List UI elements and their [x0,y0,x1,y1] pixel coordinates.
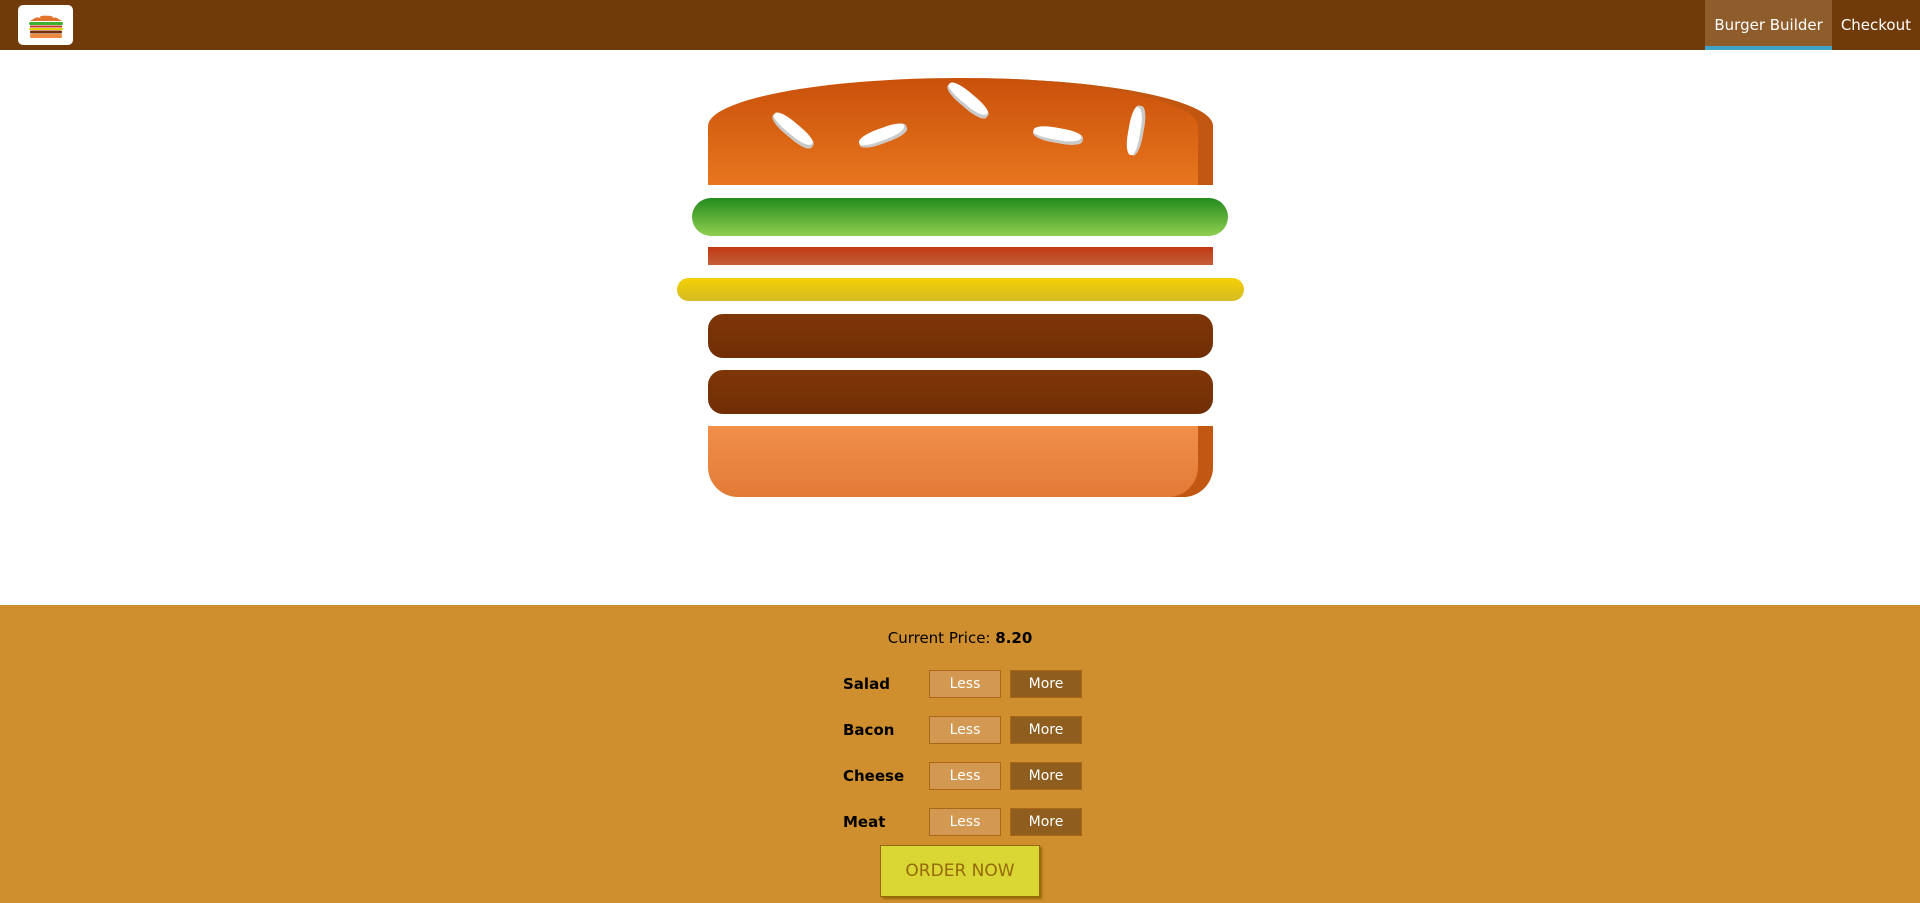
build-control-salad: Salad Less More [843,669,1082,699]
bacon-more-button[interactable]: More [1010,716,1082,744]
burger-logo-icon[interactable] [18,5,73,45]
build-control-bacon: Bacon Less More [843,715,1082,745]
seed [944,78,992,123]
ingredient-label: Salad [843,675,890,693]
cheese-more-button[interactable]: More [1010,762,1082,790]
current-price: Current Price: 8.20 [0,629,1920,647]
seed [1032,123,1084,148]
meat-less-button[interactable]: Less [929,808,1001,836]
seed [769,108,817,153]
ingredient-label: Meat [843,813,886,831]
bread-top [708,78,1213,185]
build-control-cheese: Cheese Less More [843,761,1082,791]
nav-burger-builder[interactable]: Burger Builder [1705,0,1832,50]
ingredient-label: Cheese [843,767,905,785]
price-value: 8.20 [995,629,1033,647]
meat-more-button[interactable]: More [1010,808,1082,836]
main-nav: Burger Builder Checkout [1705,0,1920,50]
seed [856,119,910,152]
seed [1124,104,1148,157]
salad-layer [692,198,1228,236]
bread-bottom [708,426,1213,497]
meat-layer [708,370,1213,414]
bacon-layer [708,247,1213,265]
build-controls: Current Price: 8.20 Salad Less More Baco… [0,605,1920,903]
meat-layer [708,314,1213,358]
nav-checkout[interactable]: Checkout [1832,0,1920,50]
salad-more-button[interactable]: More [1010,670,1082,698]
salad-less-button[interactable]: Less [929,670,1001,698]
cheese-layer [677,278,1244,301]
cheese-less-button[interactable]: Less [929,762,1001,790]
price-label: Current Price: [887,629,991,647]
ingredient-label: Bacon [843,721,895,739]
build-control-meat: Meat Less More [843,807,1082,837]
burger-preview [0,50,1920,605]
toolbar: Burger Builder Checkout [0,0,1920,50]
order-now-button[interactable]: ORDER NOW [880,845,1040,897]
bacon-less-button[interactable]: Less [929,716,1001,744]
